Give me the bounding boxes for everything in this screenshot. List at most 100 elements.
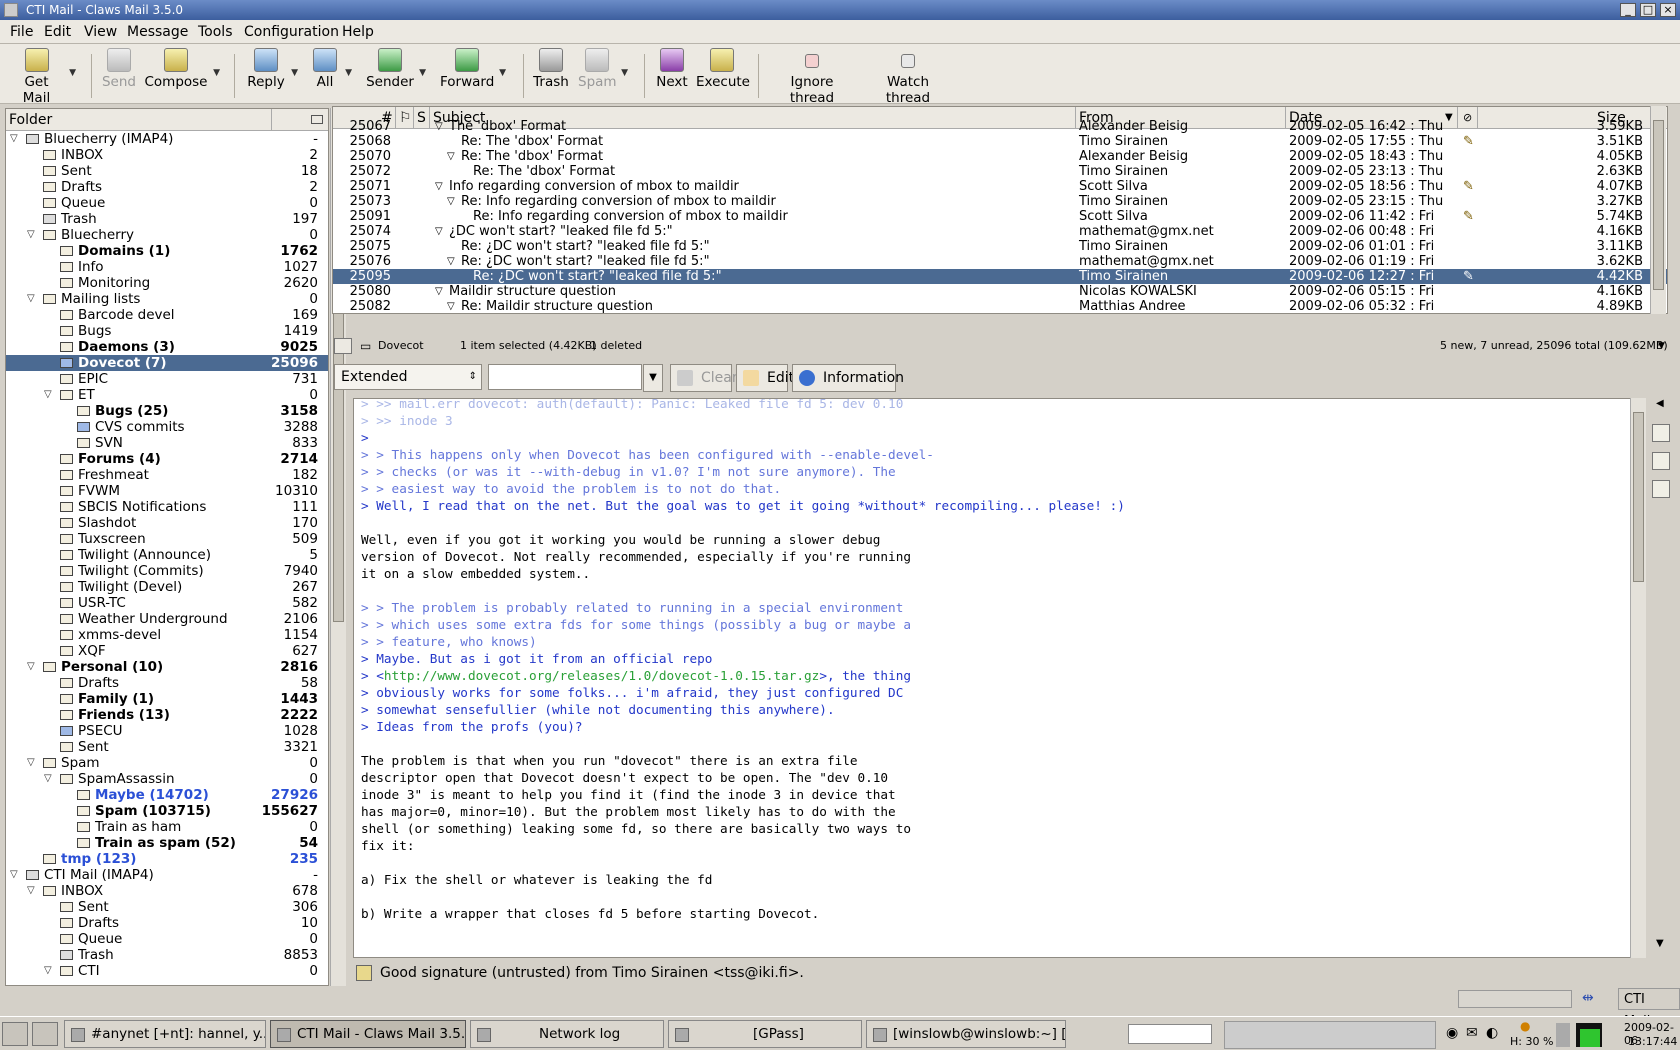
folder-row[interactable]: Bugs 1419: [6, 323, 328, 339]
spam-button[interactable]: Spam ▼: [578, 48, 628, 90]
expander-open-icon[interactable]: ▽: [44, 963, 52, 979]
thread-expander-icon[interactable]: ▽: [435, 179, 443, 194]
compose-dropdown-icon[interactable]: ▼: [213, 68, 220, 78]
reply-dropdown-icon[interactable]: ▼: [291, 68, 298, 78]
message-row[interactable]: 25073 ▽ Re: Info regarding conversion of m…: [333, 194, 1667, 209]
desktop-pager[interactable]: [1224, 1021, 1436, 1049]
folder-row[interactable]: tmp (123) 235: [6, 851, 328, 867]
message-row[interactable]: 25071 ▽ Info regarding conversion of mbox …: [333, 179, 1667, 194]
message-row[interactable]: 25074 ▽ ¿DC won't start? "leaked file fd 5…: [333, 224, 1667, 239]
folder-row[interactable]: Weather Underground 2106: [6, 611, 328, 627]
folder-row[interactable]: Sent 3321: [6, 739, 328, 755]
menu-tools[interactable]: Tools: [198, 24, 233, 40]
folder-row[interactable]: SBCIS Notifications 111: [6, 499, 328, 515]
folder-row[interactable]: Info 1027: [6, 259, 328, 275]
message-row[interactable]: 25076 ▽ Re: ¿DC won't start? "leaked file …: [333, 254, 1667, 269]
expander-open-icon[interactable]: ▽: [10, 867, 18, 883]
folder-row[interactable]: ▽ Bluecherry 0: [6, 227, 328, 243]
message-row[interactable]: 25070 ▽ Re: The 'dbox' Format Alexander Bei…: [333, 149, 1667, 164]
forward-dropdown-icon[interactable]: ▼: [499, 68, 506, 78]
folder-row[interactable]: Spam (103715) 155627: [6, 803, 328, 819]
folder-row[interactable]: INBOX 2: [6, 147, 328, 163]
sidebar-scroll-down-icon[interactable]: ▼: [1656, 938, 1664, 949]
folder-row[interactable]: Domains (1) 1762: [6, 243, 328, 259]
mail-count-icon[interactable]: [311, 115, 323, 124]
thread-expander-icon[interactable]: ▽: [447, 194, 455, 209]
search-toggle-icon[interactable]: [334, 338, 352, 354]
body-link[interactable]: http://www.dovecot.org/releases/1.0/dove…: [384, 668, 819, 683]
message-body[interactable]: > >> mail.err dovecot: auth(default): Pa…: [353, 398, 1633, 958]
get-mail-button[interactable]: Get Mail ▼: [9, 48, 76, 106]
expander-open-icon[interactable]: ▽: [27, 883, 35, 899]
reply-sender-button[interactable]: Sender ▼: [366, 48, 426, 90]
task-claws-mail[interactable]: CTI Mail - Claws Mail 3.5.0: [270, 1020, 466, 1048]
folder-row[interactable]: Drafts 10: [6, 915, 328, 931]
thread-expander-icon[interactable]: ▽: [435, 224, 443, 239]
folder-row[interactable]: PSECU 1028: [6, 723, 328, 739]
message-row[interactable]: 25068 Re: The 'dbox' Format Timo Sirainen 2…: [333, 134, 1667, 149]
folder-row[interactable]: Trash 8853: [6, 947, 328, 963]
window-menu-icon[interactable]: [4, 3, 18, 17]
network-tray-icon[interactable]: ◉: [1446, 1025, 1458, 1041]
task-terminal[interactable]: [winslowb@winslowb:~] [...: [866, 1020, 1066, 1048]
attachment-part-icon[interactable]: [1652, 480, 1670, 498]
expander-open-icon[interactable]: ▽: [10, 131, 18, 147]
folder-row[interactable]: ▽ Mailing lists 0: [6, 291, 328, 307]
folder-row[interactable]: xmms-devel 1154: [6, 627, 328, 643]
message-list-scrollbar[interactable]: [1650, 106, 1666, 314]
folder-row[interactable]: Drafts 58: [6, 675, 328, 691]
folder-row[interactable]: Queue 0: [6, 931, 328, 947]
folder-row[interactable]: Queue 0: [6, 195, 328, 211]
menu-view[interactable]: View: [84, 24, 117, 40]
clear-search-button[interactable]: Clear: [670, 364, 738, 392]
spam-dropdown-icon[interactable]: ▼: [621, 68, 628, 78]
message-body-scrollbar[interactable]: [1630, 398, 1646, 958]
thread-expander-icon[interactable]: ▽: [435, 284, 443, 299]
message-list[interactable]: # ⚐ S Subject From Date ▼ ⊘ Size 25067 ▽ T…: [332, 106, 1668, 314]
execute-button[interactable]: Execute: [696, 48, 750, 90]
lock-screen-icon[interactable]: [32, 1022, 58, 1046]
folder-row[interactable]: Train as ham 0: [6, 819, 328, 835]
reply-all-dropdown-icon[interactable]: ▼: [345, 68, 352, 78]
reply-sender-dropdown-icon[interactable]: ▼: [419, 68, 426, 78]
folder-row[interactable]: Forums (4) 2714: [6, 451, 328, 467]
folder-row[interactable]: Friends (13) 2222: [6, 707, 328, 723]
mail-tray-icon[interactable]: ✉: [1466, 1025, 1478, 1041]
online-status-icon[interactable]: ⇹: [1582, 990, 1594, 1006]
folder-row[interactable]: Sent 18: [6, 163, 328, 179]
folder-row[interactable]: EPIC 731: [6, 371, 328, 387]
thread-expander-icon[interactable]: ▽: [447, 149, 455, 164]
message-row[interactable]: 25080 ▽ Maildir structure question Nicolas …: [333, 284, 1667, 299]
menu-help[interactable]: Help: [342, 24, 374, 40]
expander-open-icon[interactable]: ▽: [27, 755, 35, 771]
task-irc[interactable]: #anynet [+nt]: hannel, y...: [64, 1020, 266, 1048]
folder-row[interactable]: FVWM 10310: [6, 483, 328, 499]
folder-row[interactable]: SVN 833: [6, 435, 328, 451]
message-row[interactable]: 25072 Re: The 'dbox' Format Timo Sirainen 2…: [333, 164, 1667, 179]
expander-open-icon[interactable]: ▽: [44, 771, 52, 787]
folder-row[interactable]: Daemons (3) 9025: [6, 339, 328, 355]
folder-row[interactable]: Tuxscreen 509: [6, 531, 328, 547]
search-type-select[interactable]: Extended ⇕: [334, 364, 482, 390]
expander-open-icon[interactable]: ▽: [27, 291, 35, 307]
folder-row[interactable]: ▽ INBOX 678: [6, 883, 328, 899]
task-gpass[interactable]: [GPass]: [668, 1020, 862, 1048]
message-row[interactable]: 25067 ▽ The 'dbox' Format Alexander Beisig 2…: [333, 119, 1667, 134]
folder-row[interactable]: CVS commits 3288: [6, 419, 328, 435]
watch-thread-button[interactable]: Watch thread: [865, 48, 951, 106]
folder-row[interactable]: ▽ ET 0: [6, 387, 328, 403]
menu-file[interactable]: File: [10, 24, 33, 40]
folder-row[interactable]: Twilight (Commits) 7940: [6, 563, 328, 579]
folder-row[interactable]: Train as spam (52) 54: [6, 835, 328, 851]
audio-tray-icon[interactable]: ◐: [1486, 1025, 1498, 1041]
search-history-dropdown[interactable]: ▼: [643, 364, 663, 392]
minimize-icon[interactable]: _: [1620, 3, 1636, 17]
folder-row[interactable]: Family (1) 1443: [6, 691, 328, 707]
forward-button[interactable]: Forward ▼: [440, 48, 506, 90]
maximize-icon[interactable]: □: [1640, 3, 1656, 17]
collapse-sidebar-icon[interactable]: ◀: [1656, 398, 1664, 409]
menu-edit[interactable]: Edit: [44, 24, 71, 40]
reply-button[interactable]: Reply ▼: [246, 48, 298, 90]
folder-row[interactable]: Sent 306: [6, 899, 328, 915]
folder-row[interactable]: Slashdot 170: [6, 515, 328, 531]
